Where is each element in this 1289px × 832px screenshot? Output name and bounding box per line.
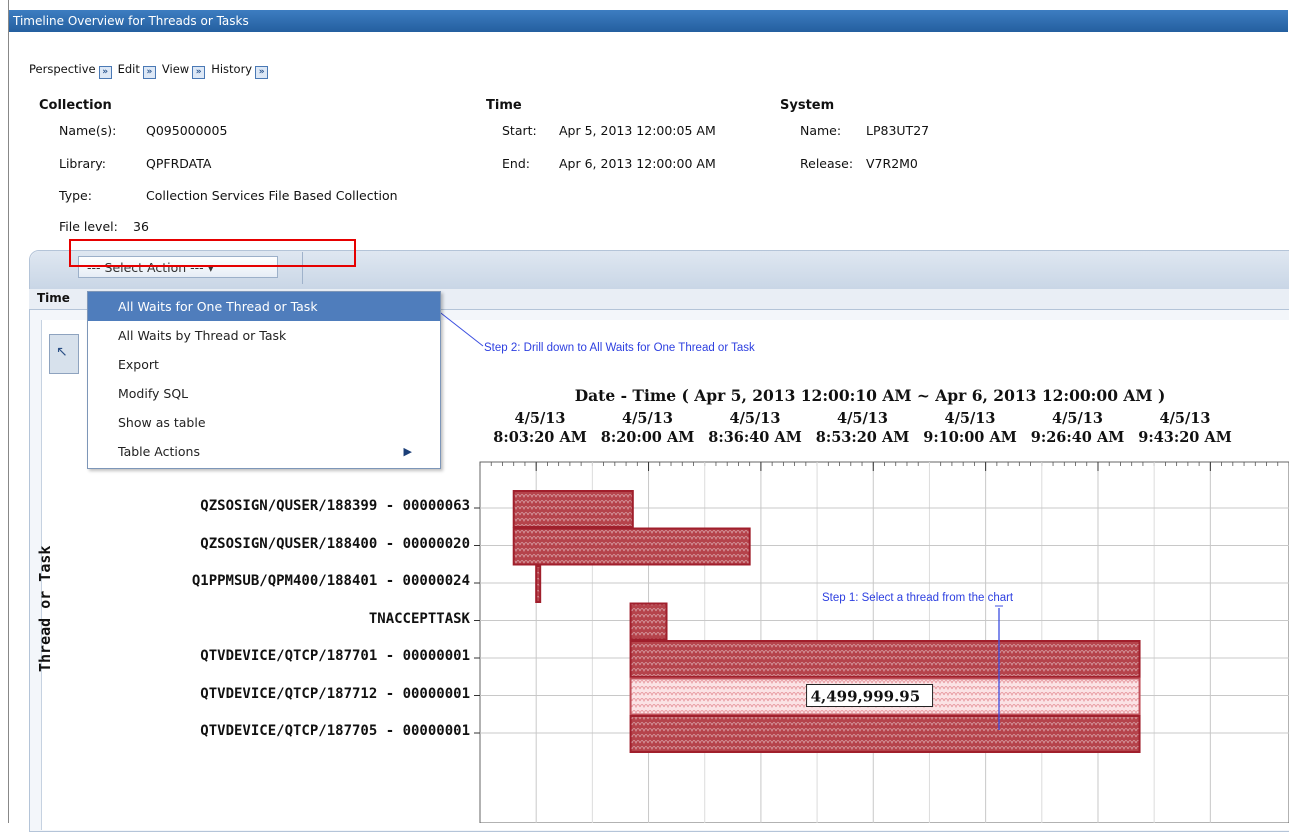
x-tick-label: 4/5/13 8:36:40 AM	[708, 410, 802, 446]
step1-callout: Step 1: Select a thread from the chart	[822, 592, 1014, 604]
timeline-bar[interactable]	[629, 640, 1141, 678]
highlight-box	[69, 239, 356, 267]
menu-item-label: Table Actions	[118, 444, 200, 459]
menu-item-all-waits-by-thread[interactable]: All Waits by Thread or Task	[88, 321, 440, 350]
chart-title: Date - Time ( Apr 5, 2013 12:00:10 AM ~ …	[574, 386, 1166, 405]
y-tick-label: TNACCEPTTASK	[368, 610, 470, 627]
x-tick-label: 4/5/13 9:10:00 AM	[923, 410, 1017, 446]
menu-item-label: Show as table	[118, 415, 206, 430]
menu-item-label: All Waits by Thread or Task	[118, 328, 287, 343]
timeline-bar[interactable]	[535, 565, 542, 603]
y-tick-label: Q1PPMSUB/QPM400/188401 - 00000024	[191, 573, 470, 589]
y-tick-label: QTVDEVICE/QTCP/187712 - 00000001	[200, 685, 470, 702]
menu-item-label: Modify SQL	[118, 386, 189, 401]
menu-item-export[interactable]: Export	[88, 350, 440, 379]
timeline-bar[interactable]	[512, 490, 634, 528]
x-tick-label: 4/5/13 9:26:40 AM	[1030, 410, 1125, 446]
select-action-menu: All Waits for One Thread or Task All Wai…	[87, 291, 441, 469]
menu-item-table-actions[interactable]: Table Actions ▶	[88, 437, 440, 466]
x-tick-label: 4/5/13 8:53:20 AM	[815, 410, 910, 446]
menu-item-label: Export	[118, 357, 159, 372]
menu-item-all-waits-one[interactable]: All Waits for One Thread or Task	[88, 292, 440, 321]
y-tick-label: QZSOSIGN/QUSER/188400 - 00000020	[200, 535, 470, 552]
submenu-arrow-icon: ▶	[403, 445, 412, 458]
bar-value-label: 4,499,999.95	[811, 688, 921, 706]
menu-item-label: All Waits for One Thread or Task	[118, 299, 318, 314]
timeline-bar[interactable]	[629, 715, 1141, 753]
menu-item-modify-sql[interactable]: Modify SQL	[88, 379, 440, 408]
x-tick-label: 4/5/13 9:43:20 AM	[1138, 410, 1232, 446]
x-tick-label: 4/5/13 8:03:20 AM	[493, 410, 587, 446]
y-tick-label: QZSOSIGN/QUSER/188399 - 00000063	[200, 498, 470, 514]
timeline-bar[interactable]	[629, 602, 668, 641]
y-axis-title: Thread or Task	[36, 545, 54, 672]
y-tick-label: QTVDEVICE/QTCP/187705 - 00000001	[200, 723, 470, 739]
step2-leader-line	[436, 309, 484, 347]
y-tick-label: QTVDEVICE/QTCP/187701 - 00000001	[200, 648, 470, 664]
menu-item-show-as-table[interactable]: Show as table	[88, 408, 440, 437]
step2-callout: Step 2: Drill down to All Waits for One …	[484, 342, 755, 354]
x-tick-label: 4/5/13 8:20:00 AM	[600, 410, 695, 446]
timeline-bar[interactable]	[512, 527, 751, 566]
